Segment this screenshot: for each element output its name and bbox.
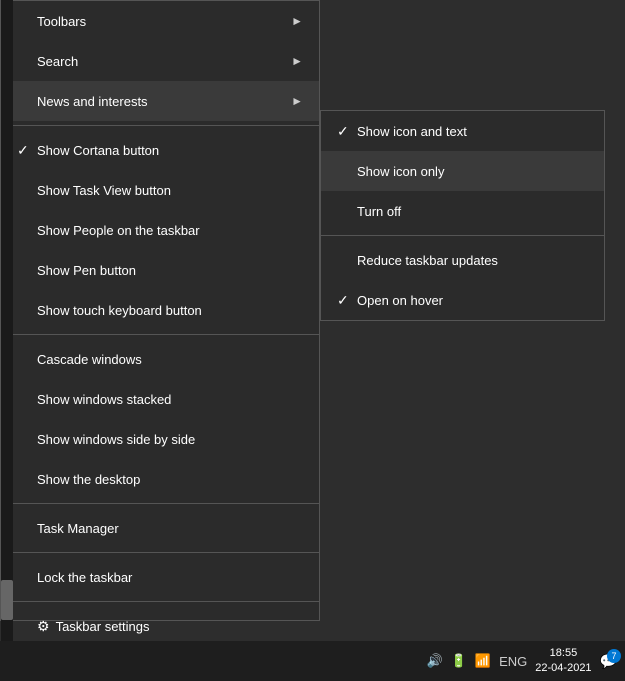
- battery-icon[interactable]: 🔋: [451, 653, 467, 669]
- menu-item-show-taskview[interactable]: Show Task View button: [1, 170, 319, 210]
- scrollbar-thumb[interactable]: [1, 580, 13, 620]
- language-indicator[interactable]: ENG: [499, 654, 527, 669]
- menu-item-show-cortana[interactable]: ✓ Show Cortana button: [1, 130, 319, 170]
- divider-2: [1, 334, 319, 335]
- menu-item-show-people[interactable]: Show People on the taskbar: [1, 210, 319, 250]
- label-taskview: Show Task View button: [37, 183, 303, 198]
- submenu-item-turn-off[interactable]: Turn off: [321, 191, 604, 231]
- menu-item-search[interactable]: Search ►: [1, 41, 319, 81]
- taskbar: 🔊 🔋 📶 ENG 18:55 22-04-2021 💬 7: [0, 641, 625, 681]
- label-taskbar-settings: Taskbar settings: [56, 619, 303, 634]
- label-cascade: Cascade windows: [37, 352, 303, 367]
- divider-5: [1, 601, 319, 602]
- label-cortana: Show Cortana button: [37, 143, 303, 158]
- label-desktop: Show the desktop: [37, 472, 303, 487]
- label-toolbars: Toolbars: [37, 14, 291, 29]
- taskbar-clock[interactable]: 18:55 22-04-2021: [535, 646, 591, 677]
- arrow-news: ►: [291, 94, 303, 108]
- scrollbar[interactable]: [1, 0, 13, 641]
- check-open-hover: ✓: [337, 292, 357, 309]
- label-icon-only: Show icon only: [357, 164, 588, 179]
- label-open-hover: Open on hover: [357, 293, 588, 308]
- label-lock: Lock the taskbar: [37, 570, 303, 585]
- menu-item-cascade[interactable]: Cascade windows: [1, 339, 319, 379]
- label-stacked: Show windows stacked: [37, 392, 303, 407]
- menu-item-taskbar-settings[interactable]: ⚙ Taskbar settings: [1, 606, 319, 646]
- menu-item-windows-stacked[interactable]: Show windows stacked: [1, 379, 319, 419]
- submenu-divider-1: [321, 235, 604, 236]
- check-cortana: ✓: [17, 142, 37, 159]
- submenu-news-interests: ✓ Show icon and text Show icon only Turn…: [320, 110, 605, 321]
- submenu-item-show-icon-text[interactable]: ✓ Show icon and text: [321, 111, 604, 151]
- wifi-icon[interactable]: 📶: [475, 653, 491, 669]
- menu-item-task-manager[interactable]: Task Manager: [1, 508, 319, 548]
- label-reduce-updates: Reduce taskbar updates: [357, 253, 588, 268]
- menu-item-windows-side[interactable]: Show windows side by side: [1, 419, 319, 459]
- menu-item-show-pen[interactable]: Show Pen button: [1, 250, 319, 290]
- label-icon-text: Show icon and text: [357, 124, 588, 139]
- divider-1: [1, 125, 319, 126]
- arrow-search: ►: [291, 54, 303, 68]
- label-task-manager: Task Manager: [37, 521, 303, 536]
- menu-item-lock-taskbar[interactable]: Lock the taskbar: [1, 557, 319, 597]
- menu-item-show-touch-keyboard[interactable]: Show touch keyboard button: [1, 290, 319, 330]
- divider-3: [1, 503, 319, 504]
- label-turn-off: Turn off: [357, 204, 588, 219]
- arrow-toolbars: ►: [291, 14, 303, 28]
- divider-4: [1, 552, 319, 553]
- notification-badge: 7: [607, 649, 621, 663]
- taskbar-right-area: 🔊 🔋 📶 ENG 18:55 22-04-2021 💬 7: [427, 646, 617, 677]
- label-search: Search: [37, 54, 291, 69]
- notification-icon[interactable]: 💬 7: [600, 653, 617, 670]
- menu-item-news-interests[interactable]: News and interests ►: [1, 81, 319, 121]
- taskbar-date-value: 22-04-2021: [535, 661, 591, 676]
- main-context-menu: Toolbars ► Search ► News and interests ►…: [0, 0, 320, 621]
- label-touch-keyboard: Show touch keyboard button: [37, 303, 303, 318]
- label-pen: Show Pen button: [37, 263, 303, 278]
- volume-icon[interactable]: 🔊: [427, 653, 443, 669]
- submenu-item-open-hover[interactable]: ✓ Open on hover: [321, 280, 604, 320]
- label-people: Show People on the taskbar: [37, 223, 303, 238]
- menu-item-show-desktop[interactable]: Show the desktop: [1, 459, 319, 499]
- label-side: Show windows side by side: [37, 432, 303, 447]
- submenu-item-reduce-updates[interactable]: Reduce taskbar updates: [321, 240, 604, 280]
- check-icon-text: ✓: [337, 123, 357, 140]
- label-news: News and interests: [37, 94, 291, 109]
- taskbar-time-value: 18:55: [535, 646, 591, 661]
- gear-icon: ⚙: [37, 618, 50, 635]
- submenu-item-show-icon-only[interactable]: Show icon only: [321, 151, 604, 191]
- menu-item-toolbars[interactable]: Toolbars ►: [1, 1, 319, 41]
